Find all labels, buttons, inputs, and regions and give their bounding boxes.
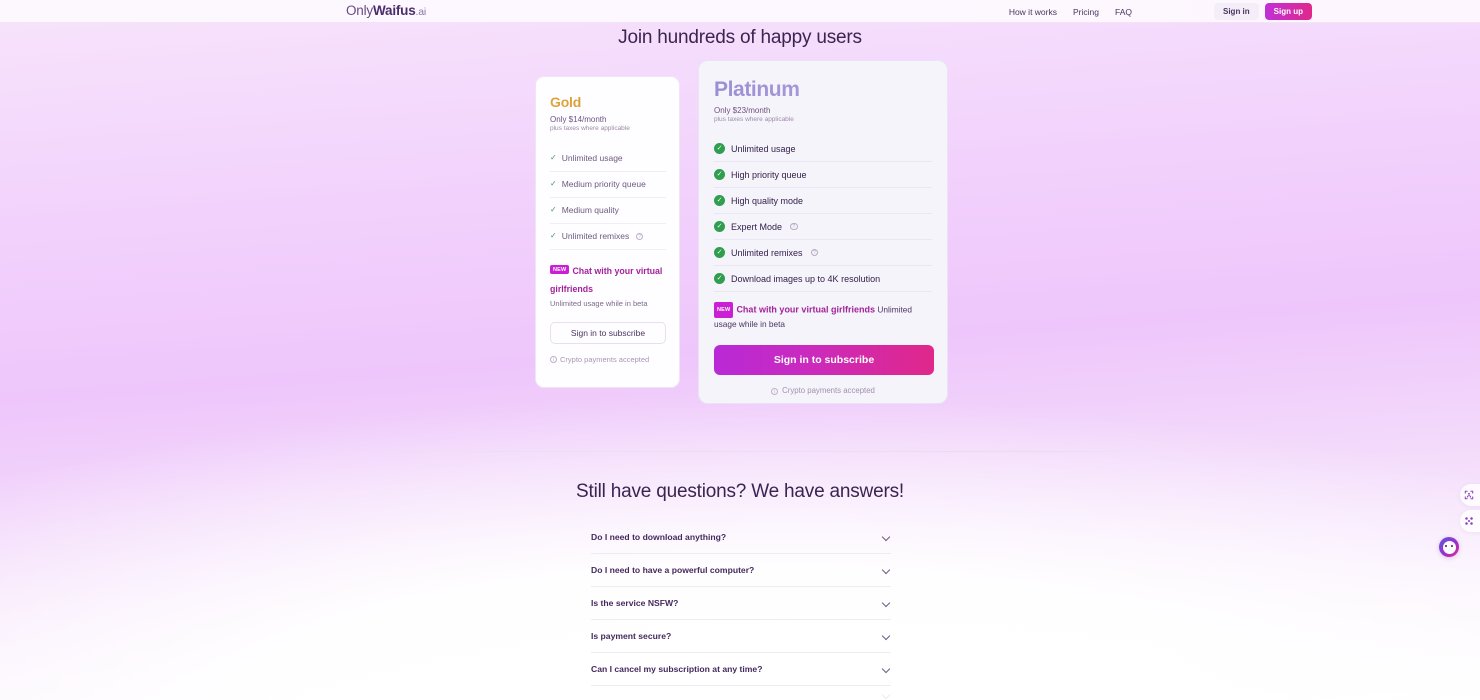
chevron-down-icon[interactable] — [882, 533, 891, 542]
platinum-feature-label: High priority queue — [731, 169, 807, 180]
gold-feature-list: ✓ Unlimited usage ✓ Medium priority queu… — [550, 146, 666, 250]
site-logo[interactable]: OnlyWaifus.ai — [346, 3, 426, 18]
platinum-feature-list: ✓ Unlimited usage ✓ High priority queue … — [714, 136, 932, 292]
check-circle-icon: ✓ — [714, 221, 725, 232]
faq-item[interactable]: Do I need to download anything? — [591, 521, 891, 554]
section-divider — [330, 451, 1152, 452]
info-icon[interactable]: ? — [636, 232, 644, 240]
platinum-crypto-label: Crypto payments accepted — [782, 386, 875, 395]
gold-promo-subtitle: Unlimited usage while in beta — [550, 299, 648, 308]
platinum-feature-item: ✓ High priority queue — [714, 162, 932, 188]
faq-question: Can I cancel my subscription at any time… — [591, 664, 763, 674]
platinum-feature-label: Unlimited usage — [731, 143, 796, 154]
faq-question: Do I need to have a powerful computer? — [591, 565, 755, 575]
grid-icon — [1465, 517, 1473, 525]
faq-section-title: Still have questions? We have answers! — [576, 481, 904, 502]
faq-question: Is payment secure? — [591, 631, 672, 641]
check-circle-icon: ✓ — [714, 169, 725, 180]
gold-feature-item: ✓ Unlimited remixes ? — [550, 224, 666, 250]
info-icon[interactable]: ? — [790, 222, 798, 231]
chevron-down-icon[interactable] — [882, 691, 891, 700]
info-icon: i — [771, 388, 779, 395]
chevron-down-icon[interactable] — [882, 665, 891, 674]
nav-link-pricing[interactable]: Pricing — [1073, 7, 1099, 17]
gold-feature-item: ✓ Medium quality — [550, 198, 666, 224]
platinum-feature-item: ✓ Expert Mode ? — [714, 214, 932, 240]
logo-part-waifus: Waifus — [372, 3, 416, 18]
platinum-feature-item: ✓ Unlimited remixes ? — [714, 240, 932, 266]
gold-feature-label: Medium quality — [561, 205, 619, 215]
gold-feature-item: ✓ Unlimited usage — [550, 146, 666, 172]
check-circle-icon: ✓ — [714, 195, 725, 206]
chevron-down-icon[interactable] — [882, 599, 891, 608]
platinum-feature-item: ✓ Download images up to 4K resolution — [714, 266, 932, 292]
new-badge: NEW — [714, 302, 734, 318]
platinum-feature-label: Download images up to 4K resolution — [731, 273, 881, 284]
gold-feature-label: Unlimited usage — [561, 153, 623, 163]
check-icon: ✓ — [550, 153, 557, 162]
top-navigation-bar: OnlyWaifus.ai How it works Pricing FAQ S… — [0, 0, 1480, 23]
sign-up-button[interactable]: Sign up — [1264, 3, 1312, 20]
gold-crypto-label: Crypto payments accepted — [560, 355, 650, 364]
gold-promo-block: NEW Chat with your virtual girlfriends Un… — [550, 261, 666, 308]
nav-link-faq[interactable]: FAQ — [1115, 7, 1132, 17]
platinum-feature-label: Unlimited remixes — [731, 247, 803, 258]
plan-card-platinum[interactable]: Platinum Only $23/month plus taxes where… — [698, 60, 948, 404]
faq-accordion: Do I need to download anything? Do I nee… — [591, 521, 891, 700]
chat-widget-button[interactable] — [1439, 537, 1459, 557]
faq-item[interactable]: Do I need to have a powerful computer? — [591, 554, 891, 587]
platinum-crypto-note: i Crypto payments accepted — [714, 386, 932, 395]
sign-in-button[interactable]: Sign in — [1214, 3, 1259, 20]
nav-links: How it works Pricing FAQ — [1009, 0, 1132, 23]
new-badge: NEW — [550, 265, 570, 275]
faq-item[interactable]: Is payment secure? — [591, 620, 891, 653]
nav-link-how-it-works[interactable]: How it works — [1009, 7, 1057, 17]
chevron-down-icon[interactable] — [882, 632, 891, 641]
pricing-section-title: Join hundreds of happy users — [618, 27, 862, 48]
platinum-plan-price: Only $23/month — [714, 106, 771, 115]
platinum-plan-taxes-note: plus taxes where applicable — [714, 116, 794, 123]
gold-plan-name: Gold — [550, 94, 666, 110]
gold-feature-item: ✓ Medium priority queue — [550, 172, 666, 198]
check-icon: ✓ — [550, 179, 557, 188]
check-circle-icon: ✓ — [714, 273, 725, 284]
faq-item[interactable]: Is the service NSFW? — [591, 587, 891, 620]
check-icon: ✓ — [550, 231, 557, 240]
logo-part-ai: .ai — [415, 6, 427, 18]
platinum-feature-label: Expert Mode — [731, 221, 783, 232]
faq-item-partial[interactable] — [591, 686, 891, 700]
info-icon: i — [550, 356, 557, 363]
check-circle-icon: ✓ — [714, 247, 725, 258]
gold-promo-line: NEW Chat with your virtual girlfriends — [550, 261, 666, 297]
info-icon[interactable]: ? — [810, 248, 819, 257]
page-root: OnlyWaifus.ai How it works Pricing FAQ S… — [0, 0, 1480, 700]
gold-feature-label: Unlimited remixes — [561, 231, 630, 241]
platinum-promo-title: Chat with your virtual girlfriends — [736, 304, 875, 315]
gold-plan-price: Only $14/month — [550, 115, 607, 124]
gold-plan-taxes-note: plus taxes where applicable — [550, 125, 630, 132]
chevron-down-icon[interactable] — [882, 566, 891, 575]
platinum-subscribe-button[interactable]: Sign in to subscribe — [714, 345, 934, 375]
accessibility-icon — [1464, 490, 1474, 500]
plan-card-gold[interactable]: Gold Only $14/month plus taxes where app… — [535, 76, 680, 388]
platinum-promo-block: NEW Chat with your virtual girlfriends Un… — [714, 302, 932, 331]
nav-auth-buttons: Sign in Sign up — [1214, 0, 1312, 23]
check-icon: ✓ — [550, 205, 557, 214]
platinum-feature-item: ✓ Unlimited usage — [714, 136, 932, 162]
faq-question: Do I need to download anything? — [591, 532, 727, 542]
grid-widget-button[interactable] — [1460, 510, 1480, 532]
check-circle-icon: ✓ — [714, 143, 725, 154]
faq-question: Is the service NSFW? — [591, 598, 679, 608]
gold-feature-label: Medium priority queue — [561, 179, 646, 189]
platinum-feature-item: ✓ High quality mode — [714, 188, 932, 214]
faq-item[interactable]: Can I cancel my subscription at any time… — [591, 653, 891, 686]
accessibility-widget-button[interactable] — [1460, 484, 1480, 506]
gold-crypto-note: i Crypto payments accepted — [550, 354, 650, 365]
chat-face-icon — [1442, 540, 1456, 554]
logo-part-only: Only — [346, 3, 373, 18]
platinum-plan-name: Platinum — [714, 78, 932, 102]
platinum-feature-label: High quality mode — [731, 195, 804, 206]
gold-subscribe-button[interactable]: Sign in to subscribe — [550, 322, 666, 344]
